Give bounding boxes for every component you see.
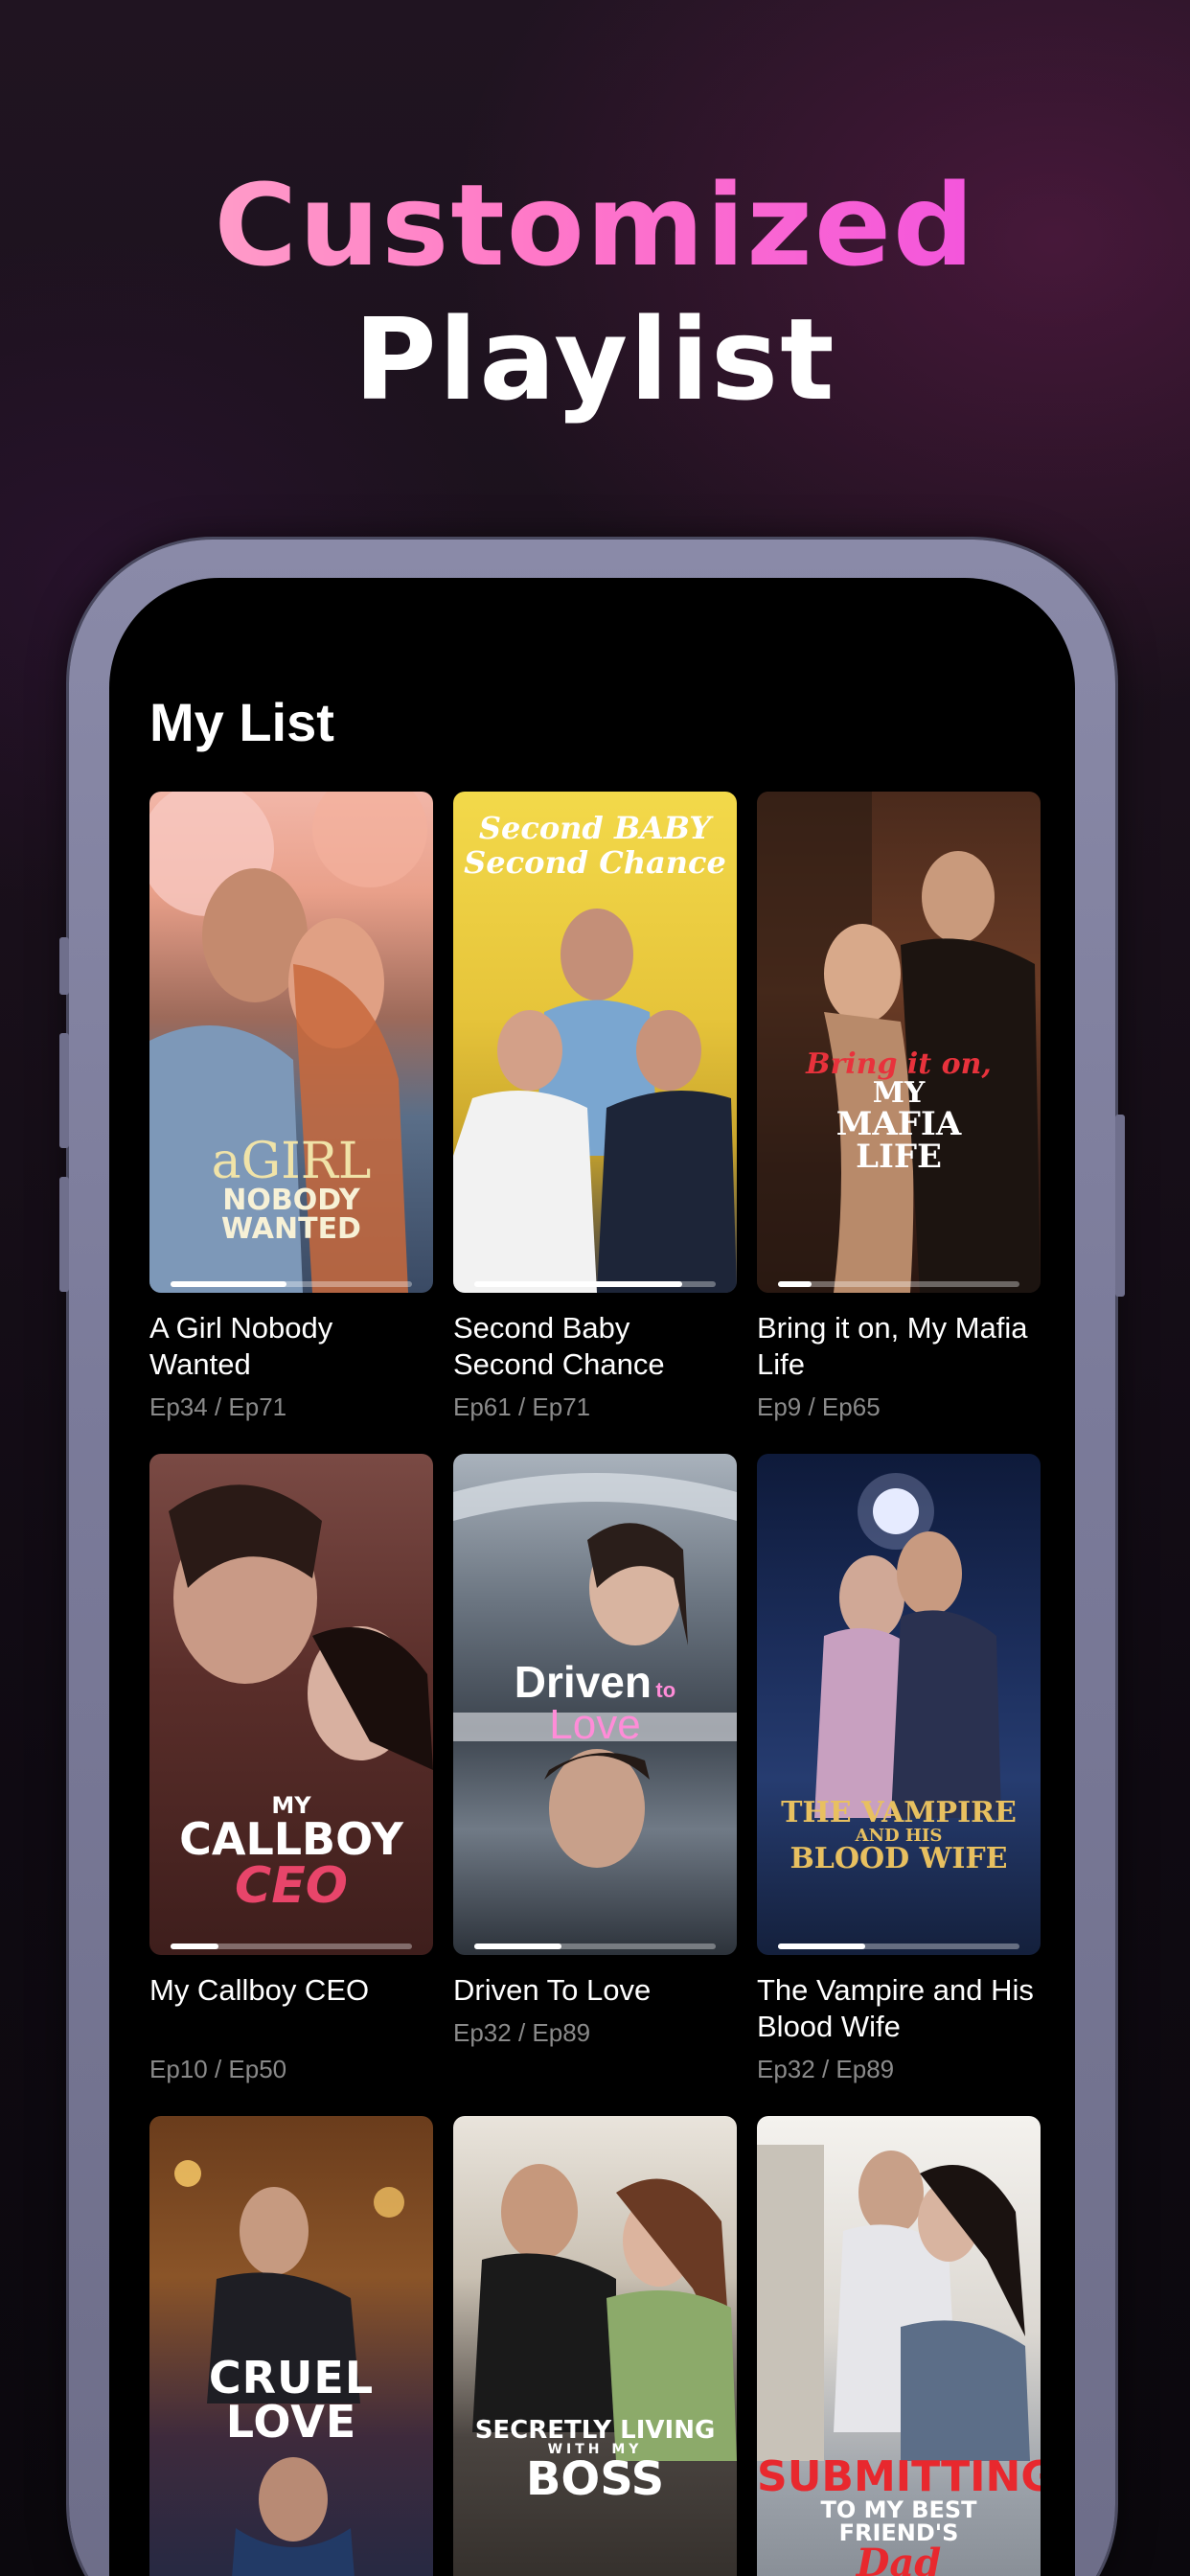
poster-title-line: THE VAMPIRE: [781, 1796, 1017, 1829]
episode-progress: Ep32 / Ep89: [757, 2055, 895, 2083]
poster-art: [174, 2160, 404, 2576]
poster-title-9: SUBMITTING TO MY BEST FRIEND'S Dad: [757, 2456, 1041, 2576]
phone-mute-switch: [59, 937, 69, 995]
poster-title-line: BOSS: [525, 2452, 665, 2506]
poster-title-1: aGIRL NOBODY WANTED: [149, 1137, 433, 1244]
list-item[interactable]: Second BABY Second Chance Second Baby Se…: [453, 792, 737, 1422]
episode-progress: Ep10 / Ep50: [149, 2055, 287, 2083]
progress-bar: [778, 1944, 1019, 1949]
poster-title-line: SECRETLY LIVING: [474, 2416, 716, 2445]
progress-fill: [171, 1944, 219, 1949]
poster-title-line: Bring it on,: [806, 1047, 992, 1081]
poster-title-line: CRUEL LOVE: [208, 2352, 375, 2448]
poster-title-5: Driven to Love: [453, 1660, 737, 1746]
poster-title-line: NOBODY: [222, 1184, 360, 1217]
list-item[interactable]: SUBMITTING TO MY BEST FRIEND'S Dad: [757, 2116, 1041, 2576]
poster-image[interactable]: THE VAMPIRE AND HIS BLOOD WIFE: [757, 1454, 1041, 1955]
progress-fill: [474, 1944, 561, 1949]
poster-title-line: Second BABY: [478, 810, 712, 846]
card-title: Second Baby Second Chance: [453, 1311, 665, 1381]
card-title: Bring it on, My Mafia Life: [757, 1311, 1028, 1381]
list-item[interactable]: Bring it on, MY MAFIA LIFE Bring it on, …: [757, 792, 1041, 1422]
poster-title-7: CRUEL LOVE: [149, 2356, 433, 2444]
poster-image[interactable]: aGIRL NOBODY WANTED: [149, 792, 433, 1293]
episode-progress: Ep61 / Ep71: [453, 1392, 591, 1421]
poster-title-line: WANTED: [221, 1212, 361, 1246]
poster-title-line: MY: [872, 1076, 926, 1110]
list-item[interactable]: Driven to Love Driven To Love Ep32 / Ep8…: [453, 1454, 737, 2048]
list-item[interactable]: THE VAMPIRE AND HIS BLOOD WIFE The Vampi…: [757, 1454, 1041, 2084]
poster-title-line: TO MY BEST FRIEND'S: [820, 2496, 977, 2546]
poster-title-line: Driven: [514, 1657, 652, 1707]
card-title: A Girl Nobody Wanted: [149, 1311, 333, 1381]
episode-progress: Ep9 / Ep65: [757, 1392, 881, 1421]
poster-title-8: SECRETLY LIVING WITH MY BOSS: [453, 2418, 737, 2502]
phone-volume-up: [59, 1033, 69, 1148]
poster-title-line: Love: [549, 1701, 641, 1748]
phone-screen: My List aGIRL NOBODY WANTED A Girl Nobod…: [109, 578, 1075, 2576]
poster-title-line: LIFE: [856, 1138, 942, 1176]
progress-fill: [171, 1281, 286, 1287]
card-title: My Callboy CEO: [149, 1973, 370, 2007]
progress-bar: [171, 1944, 412, 1949]
card-title: The Vampire and His Blood Wife: [757, 1973, 1034, 2043]
poster-title-line: CEO: [235, 1857, 348, 1915]
poster-title-6: THE VAMPIRE AND HIS BLOOD WIFE: [757, 1799, 1041, 1874]
poster-image[interactable]: Second BABY Second Chance: [453, 792, 737, 1293]
phone-frame: My List aGIRL NOBODY WANTED A Girl Nobod…: [59, 540, 1125, 2576]
poster-title-line: to: [655, 1678, 676, 1702]
poster-title-line: SUBMITTING: [757, 2452, 1041, 2501]
poster-image[interactable]: Bring it on, MY MAFIA LIFE: [757, 792, 1041, 1293]
episode-progress: Ep32 / Ep89: [453, 2018, 591, 2047]
poster-art: [814, 1473, 1001, 1818]
list-item[interactable]: CRUEL LOVE: [149, 2116, 433, 2576]
progress-bar: [474, 1281, 716, 1287]
progress-fill: [778, 1944, 865, 1949]
progress-bar: [171, 1281, 412, 1287]
progress-bar: [778, 1281, 1019, 1287]
poster-title-line: Second Chance: [464, 844, 726, 881]
poster-art: [472, 2164, 737, 2461]
poster-image[interactable]: MY CALLBOY CEO: [149, 1454, 433, 1955]
phone-volume-down: [59, 1177, 69, 1292]
progress-fill: [778, 1281, 812, 1287]
headline-customized: Customized: [0, 158, 1190, 292]
poster-title-line: CALLBOY: [179, 1813, 403, 1865]
poster-title-2: Second BABY Second Chance: [453, 813, 737, 878]
page-title: My List: [149, 692, 334, 752]
episode-progress: Ep34 / Ep71: [149, 1392, 287, 1421]
poster-title-3: Bring it on, MY MAFIA LIFE: [757, 1047, 1041, 1176]
progress-bar: [474, 1944, 716, 1949]
poster-image[interactable]: SECRETLY LIVING WITH MY BOSS: [453, 2116, 737, 2576]
phone-power-button: [1115, 1115, 1125, 1297]
poster-title-line: BLOOD WIFE: [790, 1842, 1008, 1875]
poster-image[interactable]: CRUEL LOVE: [149, 2116, 433, 2576]
headline-playlist: Playlist: [354, 293, 836, 426]
progress-fill: [474, 1281, 682, 1287]
list-item[interactable]: SECRETLY LIVING WITH MY BOSS: [453, 2116, 737, 2576]
poster-image[interactable]: SUBMITTING TO MY BEST FRIEND'S Dad: [757, 2116, 1041, 2576]
poster-title-line: MAFIA: [835, 1105, 962, 1143]
list-item[interactable]: MY CALLBOY CEO My Callboy CEO Ep10 / Ep5…: [149, 1454, 433, 2084]
poster-title-4: MY CALLBOY CEO: [149, 1794, 433, 1911]
poster-art: [757, 792, 1041, 1293]
poster-title-line: aGIRL: [211, 1133, 372, 1190]
list-item[interactable]: aGIRL NOBODY WANTED A Girl Nobody Wanted…: [149, 792, 433, 1422]
poster-image[interactable]: Driven to Love: [453, 1454, 737, 1955]
poster-title-line: Dad: [856, 2541, 942, 2576]
